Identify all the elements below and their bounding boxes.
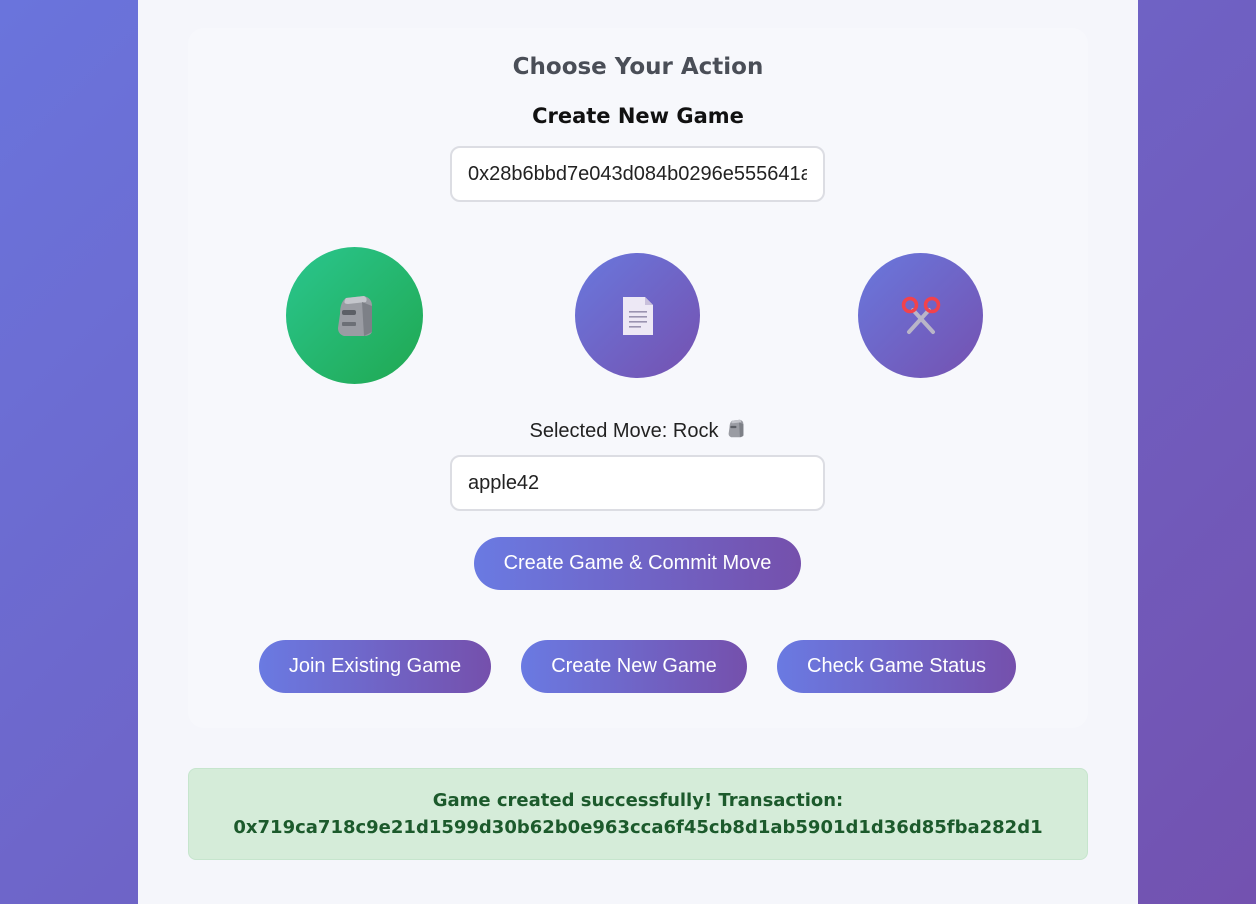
success-message-line: Game created successfully! Transaction: [432, 790, 844, 811]
transaction-hash: 0x719ca718c9e21d1599d30b62b0e963cca6f45c… [233, 817, 1043, 838]
create-game-heading: Create New Game [532, 104, 744, 128]
section-title: Choose Your Action [512, 54, 764, 80]
join-existing-game-button[interactable]: Join Existing Game [259, 640, 491, 693]
secret-salt-input[interactable] [450, 455, 825, 511]
paper-icon [621, 295, 655, 337]
create-game-commit-button[interactable]: Create Game & Commit Move [474, 537, 801, 590]
main-container: Choose Your Action Create New Game 0x28b… [138, 0, 1138, 904]
success-message: Game created successfully! Transaction: … [188, 768, 1088, 860]
rock-icon [726, 418, 746, 445]
scissors-move-button[interactable] [858, 253, 983, 378]
selected-move-label: Selected Move: Rock [138, 418, 1138, 445]
rock-move-button[interactable] [286, 247, 423, 384]
action-card [188, 28, 1088, 728]
opponent-address-input[interactable] [450, 146, 825, 202]
create-new-game-button[interactable]: Create New Game [521, 640, 747, 693]
rock-icon [332, 292, 378, 340]
check-game-status-button[interactable]: Check Game Status [777, 640, 1016, 693]
scissors-icon [899, 296, 943, 336]
selected-move-text: Selected Move: Rock [529, 420, 719, 442]
paper-move-button[interactable] [575, 253, 700, 378]
